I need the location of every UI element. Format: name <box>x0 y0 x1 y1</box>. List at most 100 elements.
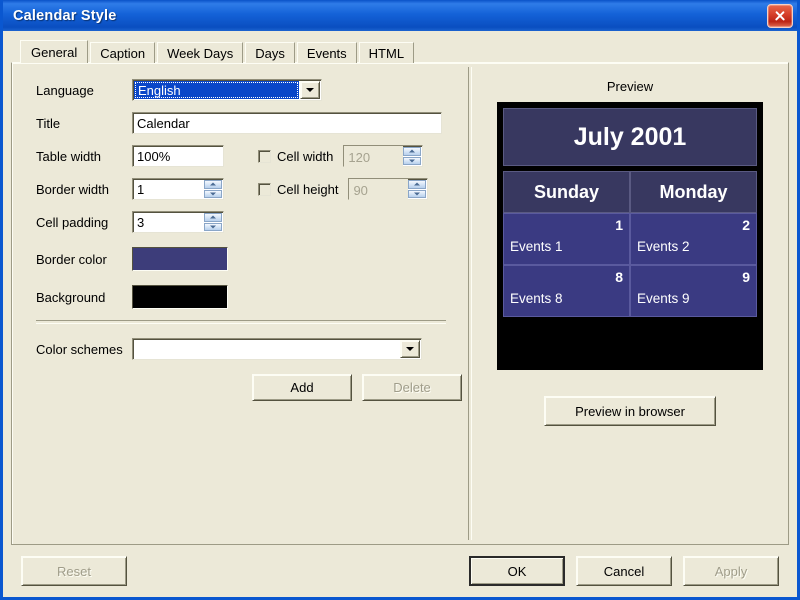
calendar-day-cell: 9 Events 9 <box>630 265 757 317</box>
close-icon[interactable] <box>767 3 793 28</box>
color-schemes-combo[interactable] <box>132 338 422 360</box>
reset-button: Reset <box>21 556 127 586</box>
general-settings-pane: Language English Title Calendar Table wi… <box>12 63 468 544</box>
calendar-table: Sunday Monday 1 Events 1 2 Events 2 8 Ev… <box>503 171 757 317</box>
calendar-weekday-monday: Monday <box>630 171 757 213</box>
tab-events-label: Events <box>306 46 347 61</box>
section-divider <box>36 320 446 324</box>
calendar-style-dialog: Calendar Style General Caption Week Days… <box>0 0 800 600</box>
cell-width-checkbox[interactable]: Cell width <box>258 149 333 164</box>
calendar-week-row: 8 Events 8 9 Events 9 <box>503 265 757 317</box>
preview-in-browser-button[interactable]: Preview in browser <box>544 396 716 426</box>
preview-label: Preview <box>606 79 654 94</box>
tab-general-label: General <box>31 45 78 60</box>
window-title: Calendar Style <box>13 7 117 24</box>
language-value: English <box>134 81 299 99</box>
delete-button: Delete <box>362 374 462 401</box>
tab-events[interactable]: Events <box>296 42 357 63</box>
dialog-footer: Reset OK Cancel Apply <box>11 545 789 597</box>
calendar-day-events: Events 1 <box>510 239 563 254</box>
cancel-button[interactable]: Cancel <box>576 556 672 586</box>
tab-days[interactable]: Days <box>245 42 295 63</box>
chevron-down-icon[interactable] <box>300 81 320 99</box>
border-width-label: Border width <box>36 181 109 197</box>
border-color-label: Border color <box>36 251 107 267</box>
title-row: Title Calendar <box>36 112 468 134</box>
color-schemes-label: Color schemes <box>36 341 123 357</box>
border-color-swatch[interactable] <box>132 247 228 271</box>
spinner-down-icon[interactable] <box>204 189 222 198</box>
cell-width-stepper <box>403 147 422 165</box>
cell-padding-value: 3 <box>137 214 145 230</box>
checkbox-icon[interactable] <box>258 149 271 163</box>
calendar-weekday-sunday: Sunday <box>503 171 630 213</box>
border-color-row: Border color <box>36 247 468 271</box>
spinner-down-icon[interactable] <box>204 222 222 231</box>
language-row: Language English <box>36 79 468 101</box>
table-width-label: Table width <box>36 148 102 164</box>
language-label: Language <box>36 82 94 98</box>
border-width-value: 1 <box>137 181 145 197</box>
table-width-row: Table width 100% Cell width 120 <box>36 145 468 168</box>
spinner-down-icon <box>408 189 427 198</box>
border-width-spinner[interactable]: 1 <box>132 178 224 200</box>
preview-pane: Preview July 2001 Sunday Monday 1 Events… <box>472 63 788 544</box>
tab-page-general: Language English Title Calendar Table wi… <box>11 62 789 545</box>
cell-height-value: 90 <box>349 179 409 201</box>
spinner-up-icon[interactable] <box>204 180 222 189</box>
background-color-swatch[interactable] <box>132 285 228 309</box>
cell-padding-label: Cell padding <box>36 214 109 230</box>
language-combo[interactable]: English <box>132 79 322 101</box>
calendar-weekday-row: Sunday Monday <box>503 171 757 213</box>
dialog-client-area: General Caption Week Days Days Events HT… <box>3 31 797 597</box>
calendar-day-number: 8 <box>615 269 623 285</box>
cell-height-spinner: 90 <box>348 178 429 201</box>
cell-height-label: Cell height <box>277 181 339 197</box>
apply-button: Apply <box>683 556 779 586</box>
table-width-input[interactable]: 100% <box>132 145 224 167</box>
cell-padding-spinner[interactable]: 3 <box>132 211 224 233</box>
title-input[interactable]: Calendar <box>132 112 442 134</box>
cell-height-checkbox[interactable]: Cell height <box>258 182 338 197</box>
cell-width-value: 120 <box>344 146 404 168</box>
cell-height-stepper <box>408 180 427 198</box>
tab-week-days-label: Week Days <box>167 46 234 61</box>
spinner-down-icon <box>403 156 422 165</box>
color-schemes-value <box>133 339 400 359</box>
title-bar: Calendar Style <box>3 0 797 31</box>
cell-padding-stepper[interactable] <box>204 213 222 231</box>
calendar-day-number: 1 <box>615 217 623 233</box>
calendar-day-cell: 2 Events 2 <box>630 213 757 265</box>
border-width-stepper[interactable] <box>204 180 222 198</box>
tab-html[interactable]: HTML <box>358 42 415 63</box>
add-button[interactable]: Add <box>252 374 352 401</box>
calendar-day-events: Events 2 <box>637 239 690 254</box>
border-width-row: Border width 1 Cell height 90 <box>36 178 468 201</box>
tab-caption[interactable]: Caption <box>90 42 156 63</box>
calendar-day-number: 2 <box>742 217 750 233</box>
tab-bar: General Caption Week Days Days Events HT… <box>11 40 789 63</box>
background-color-row: Background <box>36 285 468 309</box>
spinner-up-icon <box>408 180 427 189</box>
calendar-week-row: 1 Events 1 2 Events 2 <box>503 213 757 265</box>
color-schemes-row: Color schemes <box>36 338 468 360</box>
tab-general[interactable]: General <box>20 40 89 63</box>
spinner-up-icon[interactable] <box>204 213 222 222</box>
spinner-up-icon <box>403 147 422 156</box>
calendar-preview: July 2001 Sunday Monday 1 Events 1 2 Eve… <box>497 102 763 370</box>
title-label: Title <box>36 115 61 131</box>
checkbox-icon[interactable] <box>258 182 271 196</box>
tab-html-label: HTML <box>368 46 405 61</box>
calendar-month-title: July 2001 <box>503 108 757 166</box>
chevron-down-icon[interactable] <box>400 340 420 358</box>
cell-width-label: Cell width <box>277 148 334 164</box>
ok-button[interactable]: OK <box>469 556 565 586</box>
tab-days-label: Days <box>255 46 285 61</box>
scheme-actions-row: Add Delete <box>252 374 468 401</box>
calendar-day-events: Events 8 <box>510 291 563 306</box>
tab-caption-label: Caption <box>100 46 146 61</box>
tab-week-days[interactable]: Week Days <box>157 42 244 63</box>
background-label: Background <box>36 289 106 305</box>
cell-padding-row: Cell padding 3 <box>36 211 468 233</box>
cell-width-spinner: 120 <box>343 145 424 168</box>
